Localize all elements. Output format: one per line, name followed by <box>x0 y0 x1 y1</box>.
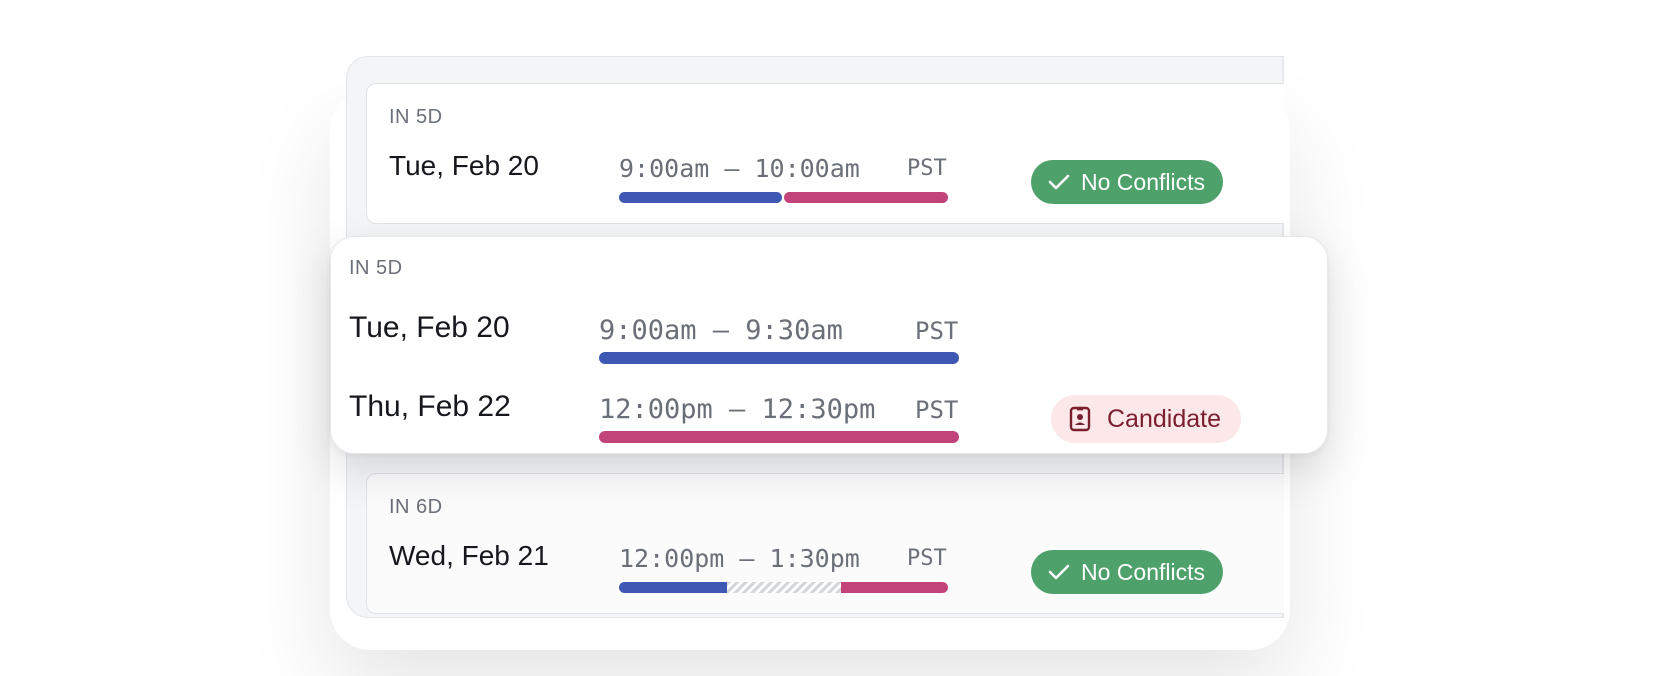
timezone-label: PST <box>915 396 959 424</box>
no-conflicts-badge: No Conflicts <box>1031 550 1223 594</box>
candidate-time-bar <box>599 431 959 443</box>
candidate-badge: Candidate <box>1051 395 1241 443</box>
timezone-label: PST <box>907 546 947 571</box>
date-label: Wed, Feb 21 <box>389 540 549 571</box>
interviewer-time-bar <box>619 582 727 593</box>
interviewer-time-bar <box>619 192 782 203</box>
candidate-label: Candidate <box>1107 404 1221 433</box>
timezone-label: PST <box>907 156 947 181</box>
candidate-time-bar <box>784 192 948 203</box>
time-range: 12:00pm – 12:30pm <box>599 394 876 425</box>
schedule-option-card[interactable]: IN 6D Wed, Feb 21 12:00pm – 1:30pm PST N… <box>366 473 1284 614</box>
date-label: Thu, Feb 22 <box>349 390 511 423</box>
timezone-label: PST <box>915 317 959 345</box>
status-label: No Conflicts <box>1081 168 1205 195</box>
selected-schedule-option-card[interactable]: IN 5D Tue, Feb 20 9:00am – 9:30am PST Th… <box>330 236 1328 454</box>
interviewer-time-bar <box>599 352 959 364</box>
time-range: 9:00am – 10:00am <box>619 154 860 183</box>
check-icon <box>1048 174 1070 190</box>
gap-time-bar <box>727 582 841 593</box>
schedule-option-card[interactable]: IN 5D Tue, Feb 20 9:00am – 10:00am PST N… <box>366 83 1284 224</box>
check-icon <box>1048 564 1070 580</box>
date-label: Tue, Feb 20 <box>349 311 510 344</box>
relative-day-label: IN 5D <box>389 106 443 128</box>
status-label: No Conflicts <box>1081 558 1205 585</box>
time-range: 9:00am – 9:30am <box>599 315 843 346</box>
date-label: Tue, Feb 20 <box>389 150 539 181</box>
id-badge-icon <box>1069 406 1091 432</box>
no-conflicts-badge: No Conflicts <box>1031 160 1223 204</box>
relative-day-label: IN 6D <box>389 496 443 518</box>
time-range: 12:00pm – 1:30pm <box>619 544 860 573</box>
candidate-time-bar <box>841 582 948 593</box>
relative-day-label: IN 5D <box>349 257 403 279</box>
